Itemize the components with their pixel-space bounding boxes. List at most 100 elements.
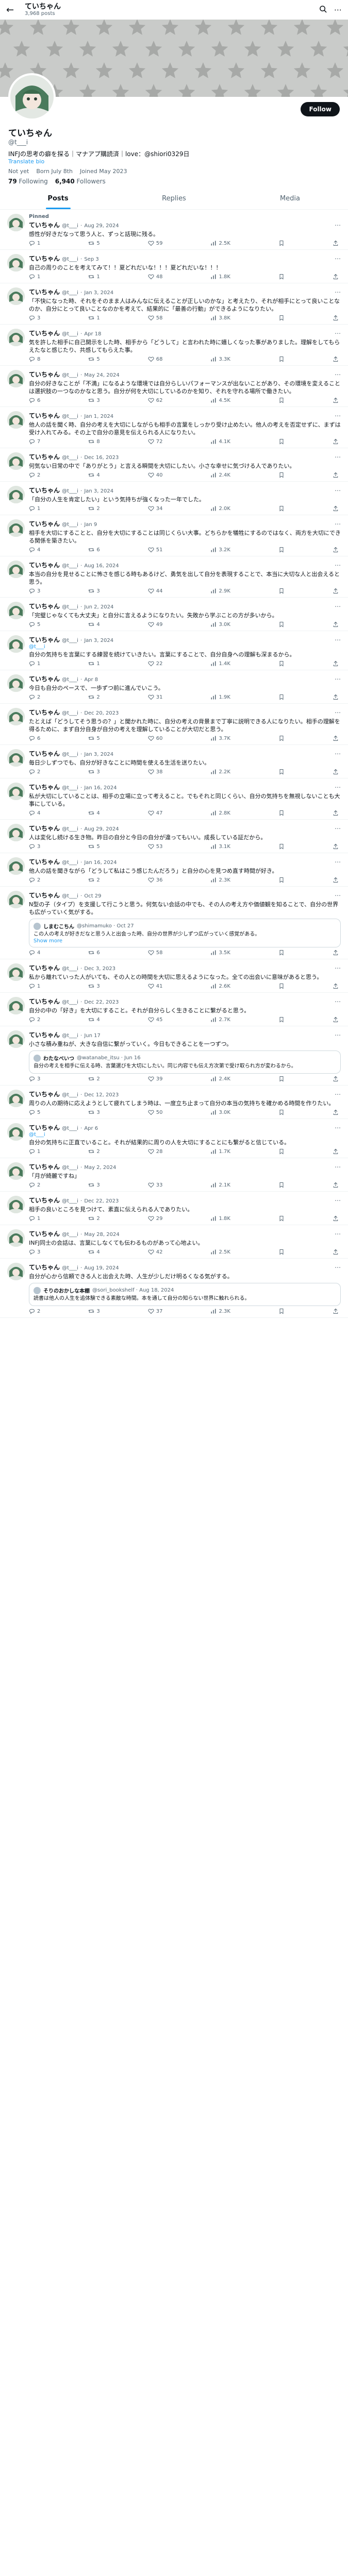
tweet-author-name[interactable]: ていちゃん	[29, 520, 60, 528]
tweet[interactable]: ていちゃん @t___i · May 28, 2024 ⋯ INFJ同士の会話は、言…	[0, 1225, 348, 1259]
share-button[interactable]	[333, 810, 339, 816]
more-icon[interactable]: ⋯	[335, 964, 341, 972]
tweet-author-name[interactable]: ていちゃん	[29, 487, 60, 494]
bookmark-button[interactable]	[278, 769, 285, 775]
replying-to-handle[interactable]: @t___i	[29, 1132, 45, 1138]
like-button[interactable]: 33	[148, 1182, 162, 1188]
tweet-date[interactable]: Jan 1, 2024	[84, 414, 113, 419]
tweet-author-name[interactable]: ていちゃん	[29, 1163, 60, 1171]
tweet-date[interactable]: Jan 9	[84, 522, 97, 528]
share-button[interactable]	[333, 843, 339, 850]
like-button[interactable]: 44	[148, 588, 162, 594]
share-button[interactable]	[333, 472, 339, 478]
tweet-date[interactable]: Aug 19, 2024	[84, 1265, 119, 1271]
reply-button[interactable]: 4	[29, 810, 40, 816]
tweet-avatar[interactable]	[7, 963, 25, 981]
tweet-date[interactable]: Sep 3	[84, 257, 98, 262]
tweet[interactable]: ていちゃん @t___i · Dec 16, 2023 ⋯ 何気ない日常の中で「あり…	[0, 448, 348, 482]
views-button[interactable]: 3.8K	[210, 315, 230, 321]
tweet-author-name[interactable]: ていちゃん	[29, 825, 60, 832]
followers-link[interactable]: 6,940 Followers	[55, 178, 106, 185]
tweet-author-handle[interactable]: @t___i	[62, 1198, 78, 1204]
tweet-avatar[interactable]	[7, 370, 25, 387]
tweet-avatar[interactable]	[7, 287, 25, 305]
bookmark-button[interactable]	[278, 1182, 285, 1188]
tweet[interactable]: ていちゃん @t___i · May 2, 2024 ⋯ 「月が綺麗ですね」 2 3 33…	[0, 1158, 348, 1192]
tweet[interactable]: ていちゃん @t___i · Jan 3, 2024 ⋯ @t___i 自分の気持ちを…	[0, 631, 348, 670]
bookmark-button[interactable]	[278, 315, 285, 321]
like-button[interactable]: 34	[148, 505, 162, 512]
share-button[interactable]	[333, 1109, 339, 1115]
tweet-author-handle[interactable]: @t___i	[62, 1092, 78, 1098]
more-icon[interactable]: ⋯	[335, 1031, 341, 1039]
reply-button[interactable]: 5	[29, 1109, 40, 1115]
retweet-button[interactable]: 2	[88, 505, 100, 512]
tweet-date[interactable]: Apr 6	[84, 1126, 98, 1131]
tweet-avatar[interactable]	[7, 708, 25, 725]
tweet[interactable]: ていちゃん @t___i · Jan 3, 2024 ⋯ 「不快になった時、それをそ…	[0, 283, 348, 325]
tweet[interactable]: ていちゃん @t___i · Apr 8 ⋯ 今日も自分のペースで、一歩ずつ前に進ん…	[0, 670, 348, 704]
tweet-avatar[interactable]	[7, 674, 25, 692]
bookmark-button[interactable]	[278, 1249, 285, 1255]
tweet[interactable]: ていちゃん @t___i · Aug 16, 2024 ⋯ 本当の自分を見せることに…	[0, 556, 348, 598]
tweet-date[interactable]: Jan 16, 2024	[84, 785, 117, 791]
bookmark-button[interactable]	[278, 1215, 285, 1222]
share-button[interactable]	[333, 1076, 339, 1082]
reply-button[interactable]: 3	[29, 1076, 40, 1082]
more-icon[interactable]: ⋯	[335, 892, 341, 899]
like-button[interactable]: 68	[148, 356, 162, 362]
tweet-date[interactable]: Jan 3, 2024	[84, 488, 113, 494]
tweet-date[interactable]: Jan 3, 2024	[84, 752, 113, 757]
more-icon[interactable]: ⋯	[335, 330, 341, 337]
views-button[interactable]: 2.6K	[210, 983, 230, 989]
reply-button[interactable]: 1	[29, 1215, 40, 1222]
bookmark-button[interactable]	[278, 274, 285, 280]
like-button[interactable]: 47	[148, 810, 162, 816]
tweet-author-name[interactable]: ていちゃん	[29, 412, 60, 419]
tweet-avatar[interactable]	[7, 1196, 25, 1213]
replying-to-handle[interactable]: @t___i	[29, 644, 45, 650]
reply-button[interactable]: 1	[29, 240, 40, 246]
retweet-button[interactable]: 5	[88, 735, 100, 741]
views-button[interactable]: 2.4K	[210, 1076, 230, 1082]
reply-button[interactable]: 2	[29, 769, 40, 775]
tab-replies[interactable]: Replies	[116, 189, 232, 209]
reply-button[interactable]: 3	[29, 588, 40, 594]
tweet-author-name[interactable]: ていちゃん	[29, 1031, 60, 1039]
more-icon[interactable]: ⋯	[335, 1197, 341, 1204]
tweet-avatar[interactable]	[7, 254, 25, 272]
like-button[interactable]: 62	[148, 397, 162, 403]
share-button[interactable]	[333, 735, 339, 741]
tweet[interactable]: ていちゃん @t___i · Apr 6 ⋯ @t___i 自分の気持ちに正直でいるこ…	[0, 1119, 348, 1158]
views-button[interactable]: 3.7K	[210, 735, 230, 741]
views-button[interactable]: 3.3K	[210, 356, 230, 362]
share-button[interactable]	[333, 547, 339, 553]
like-button[interactable]: 41	[148, 983, 162, 989]
tweet-author-handle[interactable]: @t___i	[62, 563, 78, 569]
share-button[interactable]	[333, 769, 339, 775]
bookmark-button[interactable]	[278, 1308, 285, 1314]
share-button[interactable]	[333, 588, 339, 594]
views-button[interactable]: 2.0K	[210, 505, 230, 512]
share-button[interactable]	[333, 660, 339, 667]
more-icon[interactable]: ⋯	[335, 371, 341, 378]
tweet-author-handle[interactable]: @t___i	[62, 522, 78, 528]
reply-button[interactable]: 4	[29, 547, 40, 553]
tweet-author-handle[interactable]: @t___i	[62, 860, 78, 866]
share-button[interactable]	[333, 397, 339, 403]
share-button[interactable]	[333, 1016, 339, 1023]
retweet-button[interactable]: 5	[88, 240, 100, 246]
tweet[interactable]: ていちゃん @t___i · Dec 22, 2023 ⋯ 相手の良いところを見つけ…	[0, 1192, 348, 1225]
like-button[interactable]: 31	[148, 694, 162, 700]
reply-button[interactable]: 1	[29, 983, 40, 989]
reply-button[interactable]: 3	[29, 1249, 40, 1255]
views-button[interactable]: 2.9K	[210, 588, 230, 594]
share-button[interactable]	[333, 1182, 339, 1188]
views-button[interactable]: 1.8K	[210, 274, 230, 280]
translate-bio-link[interactable]: Translate bio	[8, 158, 340, 165]
reply-button[interactable]: 3	[29, 843, 40, 850]
share-button[interactable]	[333, 1148, 339, 1155]
more-icon[interactable]: ⋯	[335, 1230, 341, 1238]
views-button[interactable]: 3.2K	[210, 547, 230, 553]
tweet[interactable]: ていちゃん @t___i · Aug 19, 2024 ⋯ 自分が心から信頼できる人…	[0, 1259, 348, 1318]
